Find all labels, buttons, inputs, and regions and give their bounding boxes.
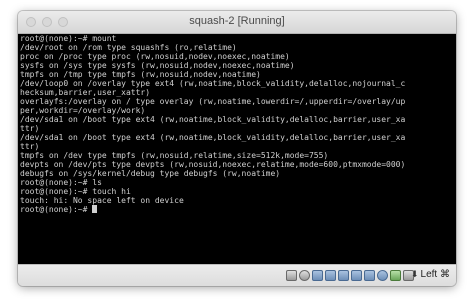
terminal-line: sysfs on /sys type sysfs (rw,nosuid,node…: [20, 61, 295, 70]
terminal-line: root@(none):~# ls: [20, 178, 102, 187]
terminal-line: per,workdir=/overlay/work): [20, 106, 146, 115]
optical-disk-icon[interactable]: [299, 270, 310, 281]
host-key-label: Left ⌘: [420, 269, 450, 280]
terminal-line: overlayfs:/overlay on / type overlay (rw…: [20, 97, 406, 106]
audio-icon[interactable]: [312, 270, 323, 281]
status-icons: [286, 270, 414, 283]
arrow-down-icon: ⬇: [410, 269, 419, 279]
terminal-line: root@(none):~# touch hi: [20, 187, 131, 196]
window-title: squash-2 [Running]: [189, 15, 285, 27]
terminal-line: /dev/sda1 on /boot type ext4 (rw,noatime…: [20, 133, 406, 142]
hard-disk-icon[interactable]: [286, 270, 297, 281]
display-icon[interactable]: [364, 270, 375, 281]
vm-console-screen[interactable]: root@(none):~# mount /dev/root on /rom t…: [18, 34, 456, 264]
terminal-line: hecksum,barrier,user_xattr): [20, 88, 151, 97]
terminal-line: /dev/root on /rom type squashfs (ro,rela…: [20, 43, 237, 52]
terminal-line: devpts on /dev/pts type devpts (rw,nosui…: [20, 160, 406, 169]
terminal-line: /dev/loop0 on /overlay type ext4 (rw,noa…: [20, 79, 406, 88]
terminal-line: proc on /proc type proc (rw,nosuid,nodev…: [20, 52, 290, 61]
text-cursor: [92, 205, 98, 213]
terminal-line: debugfs on /sys/kernel/debug type debugf…: [20, 169, 281, 178]
status-bar: ⬇ Left ⌘: [18, 264, 456, 286]
terminal-prompt-line[interactable]: root@(none):~#: [18, 205, 456, 214]
network-icon[interactable]: [325, 270, 336, 281]
title-bar[interactable]: squash-2 [Running]: [18, 11, 456, 34]
terminal-line: touch: hi: No space left on device: [20, 196, 184, 205]
terminal-line: tmpfs on /dev type tmpfs (rw,nosuid,rela…: [20, 151, 329, 160]
terminal-line: /dev/sda1 on /boot type ext4 (rw,noatime…: [20, 115, 406, 124]
vm-window: squash-2 [Running] root@(none):~# mount …: [18, 11, 456, 286]
usb-icon[interactable]: [338, 270, 349, 281]
terminal-line: ttr): [20, 124, 40, 133]
terminal-line: ttr): [20, 142, 40, 151]
terminal-prompt: root@(none):~#: [20, 205, 93, 214]
host-key-indicator[interactable]: ⬇ Left ⌘: [411, 269, 450, 280]
terminal-line: root@(none):~# mount: [20, 34, 117, 43]
shared-folders-icon[interactable]: [351, 270, 362, 281]
video-capture-icon[interactable]: [377, 270, 388, 281]
cpu-icon[interactable]: [390, 270, 401, 281]
terminal-line: tmpfs on /tmp type tmpfs (rw,nosuid,node…: [20, 70, 261, 79]
